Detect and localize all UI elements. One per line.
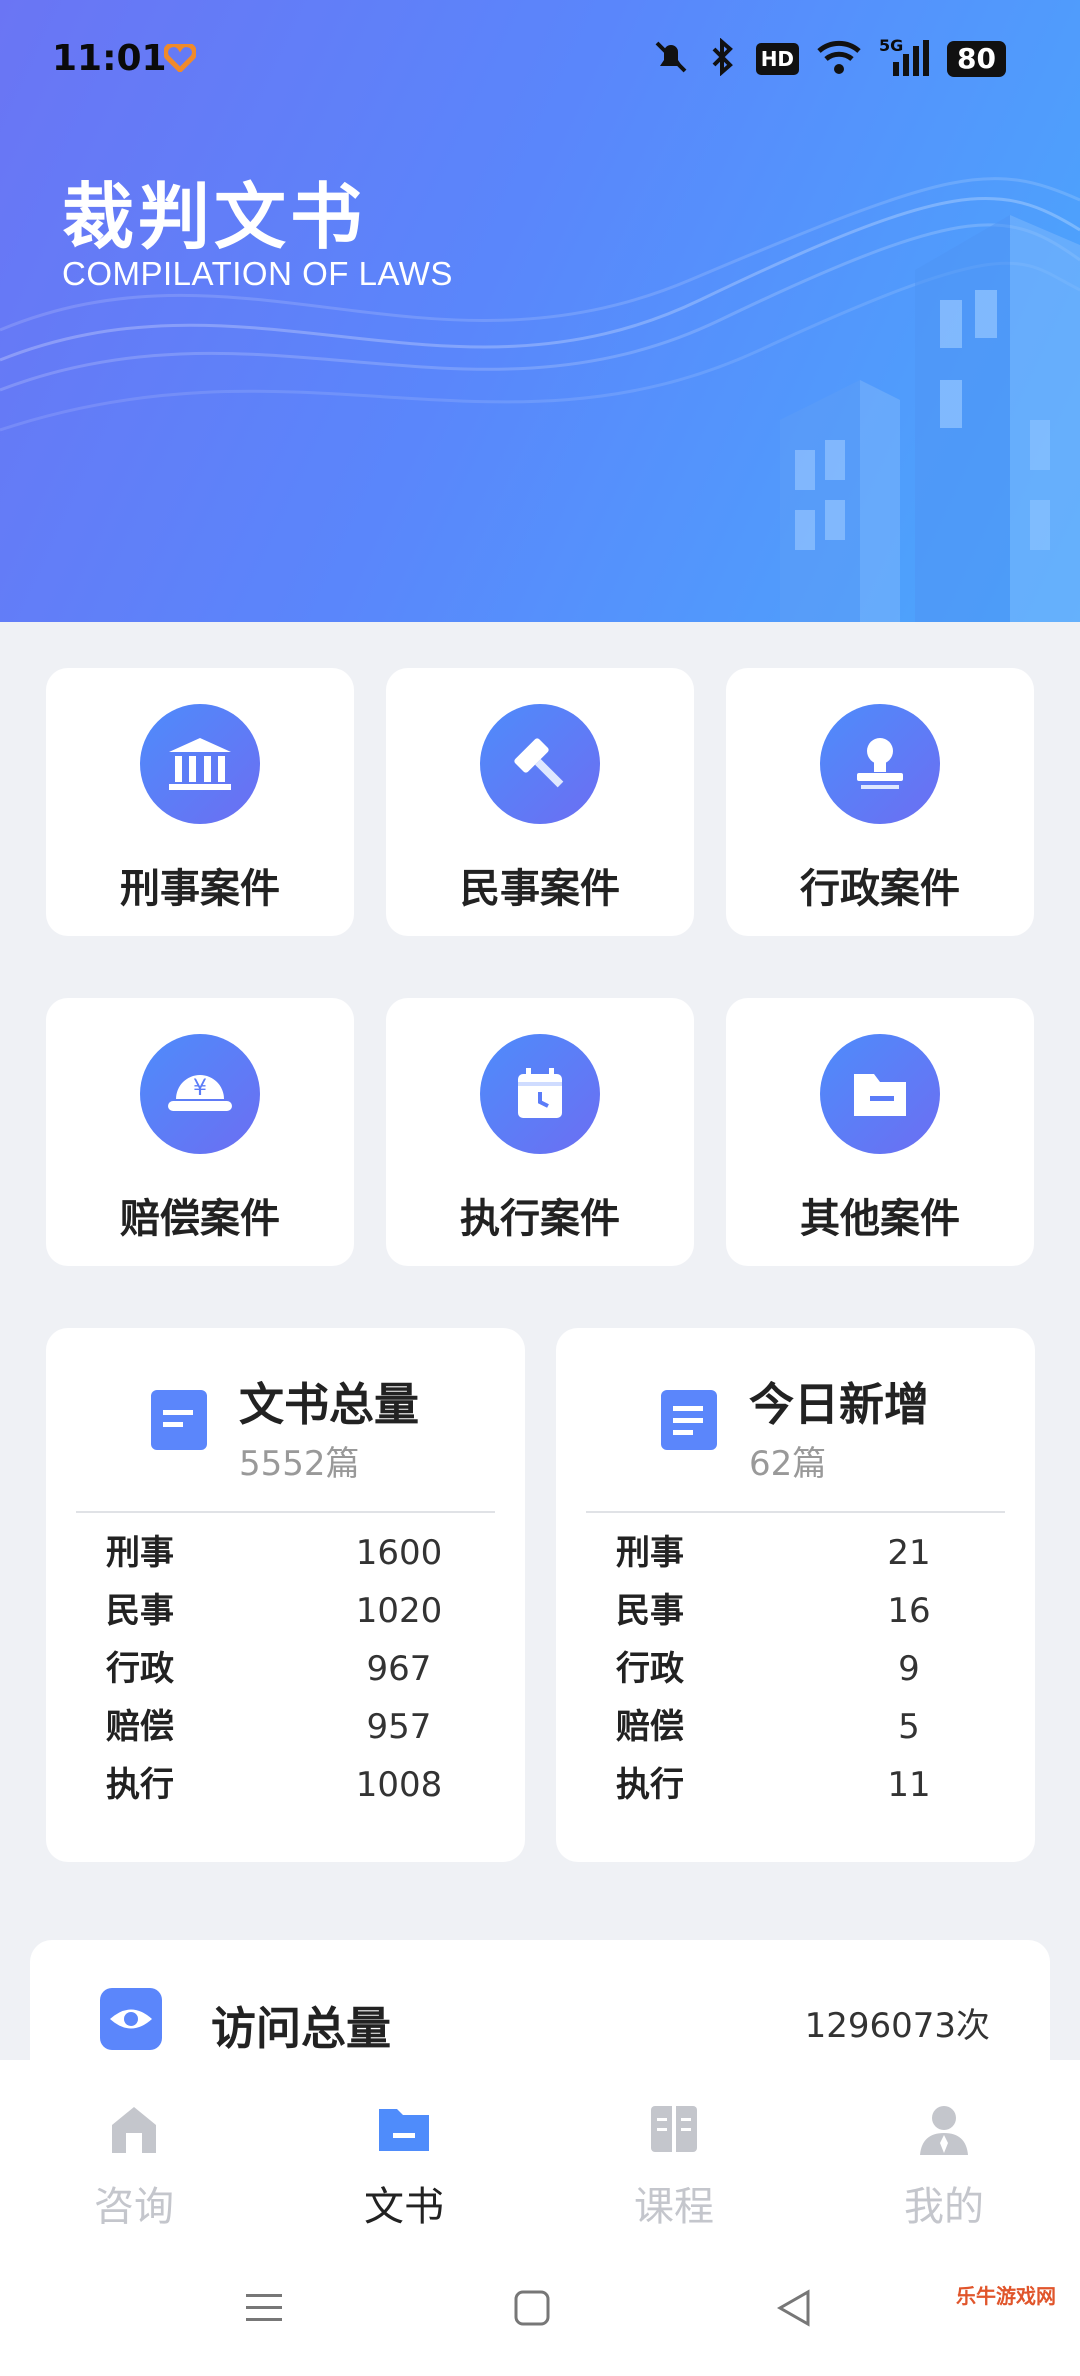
row-value: 21 <box>887 1533 931 1573</box>
tab-consult[interactable]: 咨询 <box>44 2096 224 2232</box>
stats-row: 执行 1008 <box>106 1756 459 1814</box>
row-label: 执行 <box>106 1765 174 1805</box>
mute-bell-icon <box>652 38 690 80</box>
page-subtitle: COMPILATION OF LAWS <box>62 255 453 292</box>
stats-count: 5552篇 <box>239 1444 360 1484</box>
page-title: 裁判文书 <box>62 175 367 259</box>
category-card-compensation[interactable]: ¥ 赔偿案件 <box>46 998 354 1266</box>
folder-icon <box>820 1034 940 1154</box>
gavel-icon <box>480 704 600 824</box>
category-card-criminal[interactable]: 刑事案件 <box>46 668 354 936</box>
stats-row: 行政 967 <box>106 1640 459 1698</box>
row-value: 16 <box>887 1591 931 1631</box>
divider <box>586 1511 1005 1513</box>
hd-badge: HD <box>755 43 800 75</box>
row-label: 执行 <box>616 1765 684 1805</box>
calendar-clock-icon <box>480 1034 600 1154</box>
row-label: 赔偿 <box>616 1707 684 1747</box>
tab-label: 文书 <box>364 2184 444 2230</box>
category-label: 行政案件 <box>800 866 960 912</box>
visits-value: 1296073次 <box>804 2006 990 2046</box>
eye-icon <box>100 1988 162 2054</box>
category-card-other[interactable]: 其他案件 <box>726 998 1034 1266</box>
tab-label: 课程 <box>634 2184 714 2230</box>
tab-mine[interactable]: 我的 <box>854 2096 1034 2232</box>
row-value: 1600 <box>355 1533 443 1573</box>
row-label: 民事 <box>616 1591 684 1631</box>
stats-row: 民事 16 <box>616 1582 969 1640</box>
row-label: 行政 <box>616 1649 684 1689</box>
stats-row: 民事 1020 <box>106 1582 459 1640</box>
stats-total-card: 文书总量 5552篇 刑事 1600 民事 1020 行政 967 赔偿 957 执行 1… <box>46 1328 525 1862</box>
tab-label: 我的 <box>904 2184 984 2230</box>
courthouse-icon <box>140 704 260 824</box>
stamp-icon <box>820 704 940 824</box>
category-label: 其他案件 <box>800 1196 960 1242</box>
category-label: 执行案件 <box>460 1196 620 1242</box>
bottom-tab-bar: 咨询 文书 课程 我的 <box>0 2060 1080 2260</box>
signal-icon: 5G <box>879 36 930 78</box>
stats-row: 刑事 21 <box>616 1524 969 1582</box>
home-icon <box>44 2096 224 2162</box>
book-icon <box>584 2096 764 2162</box>
system-nav-bar: 乐牛游戏网 <box>0 2260 1080 2376</box>
menu-icon[interactable] <box>244 2288 284 2332</box>
row-label: 行政 <box>106 1649 174 1689</box>
status-bar: 11:01 HD 5G 80 <box>0 0 1080 120</box>
stats-row: 执行 11 <box>616 1756 969 1814</box>
visits-card: 访问总量 1296073次 <box>30 1940 1050 2060</box>
battery-indicator: 80 <box>947 41 1006 77</box>
row-value: 1020 <box>355 1591 443 1631</box>
tab-courses[interactable]: 课程 <box>584 2096 764 2232</box>
bluetooth-icon <box>708 37 738 80</box>
user-icon <box>854 2096 1034 2162</box>
status-time: 11:01 <box>52 38 167 79</box>
row-value: 1008 <box>355 1765 443 1805</box>
stats-title: 文书总量 <box>239 1378 420 1431</box>
category-card-civil[interactable]: 民事案件 <box>386 668 694 936</box>
category-label: 民事案件 <box>460 866 620 912</box>
stats-row: 行政 9 <box>616 1640 969 1698</box>
tab-label: 咨询 <box>94 2184 174 2230</box>
divider <box>76 1511 495 1513</box>
row-value: 11 <box>887 1765 931 1805</box>
home-button-icon[interactable] <box>512 2288 552 2332</box>
tab-documents[interactable]: 文书 <box>314 2096 494 2232</box>
wifi-icon <box>817 39 861 79</box>
document-icon <box>659 1388 719 1456</box>
svg-text:¥: ¥ <box>193 1076 207 1101</box>
category-label: 刑事案件 <box>120 866 280 912</box>
row-value: 967 <box>366 1649 432 1689</box>
visits-title: 访问总量 <box>211 2002 392 2055</box>
row-label: 刑事 <box>106 1533 174 1573</box>
stats-row: 赔偿 5 <box>616 1698 969 1756</box>
row-value: 5 <box>898 1707 920 1747</box>
back-icon[interactable] <box>774 2288 814 2332</box>
row-label: 民事 <box>106 1591 174 1631</box>
document-icon <box>149 1388 209 1456</box>
stats-row: 赔偿 957 <box>106 1698 459 1756</box>
heart-icon <box>163 42 197 76</box>
watermark: 乐牛游戏网 <box>956 2284 1056 2308</box>
row-value: 9 <box>898 1649 920 1689</box>
row-value: 957 <box>366 1707 432 1747</box>
category-label: 赔偿案件 <box>120 1196 280 1242</box>
stats-today-card: 今日新增 62篇 刑事 21 民事 16 行政 9 赔偿 5 执行 11 <box>556 1328 1035 1862</box>
category-card-enforcement[interactable]: 执行案件 <box>386 998 694 1266</box>
header-banner: 11:01 HD 5G 80 裁判文书 COMPILATION OF LAWS <box>0 0 1080 622</box>
stats-row: 刑事 1600 <box>106 1524 459 1582</box>
yuan-coin-icon: ¥ <box>140 1034 260 1154</box>
folder-icon <box>314 2096 494 2162</box>
stats-count: 62篇 <box>749 1444 827 1484</box>
stats-title: 今日新增 <box>749 1378 930 1431</box>
category-card-administrative[interactable]: 行政案件 <box>726 668 1034 936</box>
row-label: 刑事 <box>616 1533 684 1573</box>
row-label: 赔偿 <box>106 1707 174 1747</box>
